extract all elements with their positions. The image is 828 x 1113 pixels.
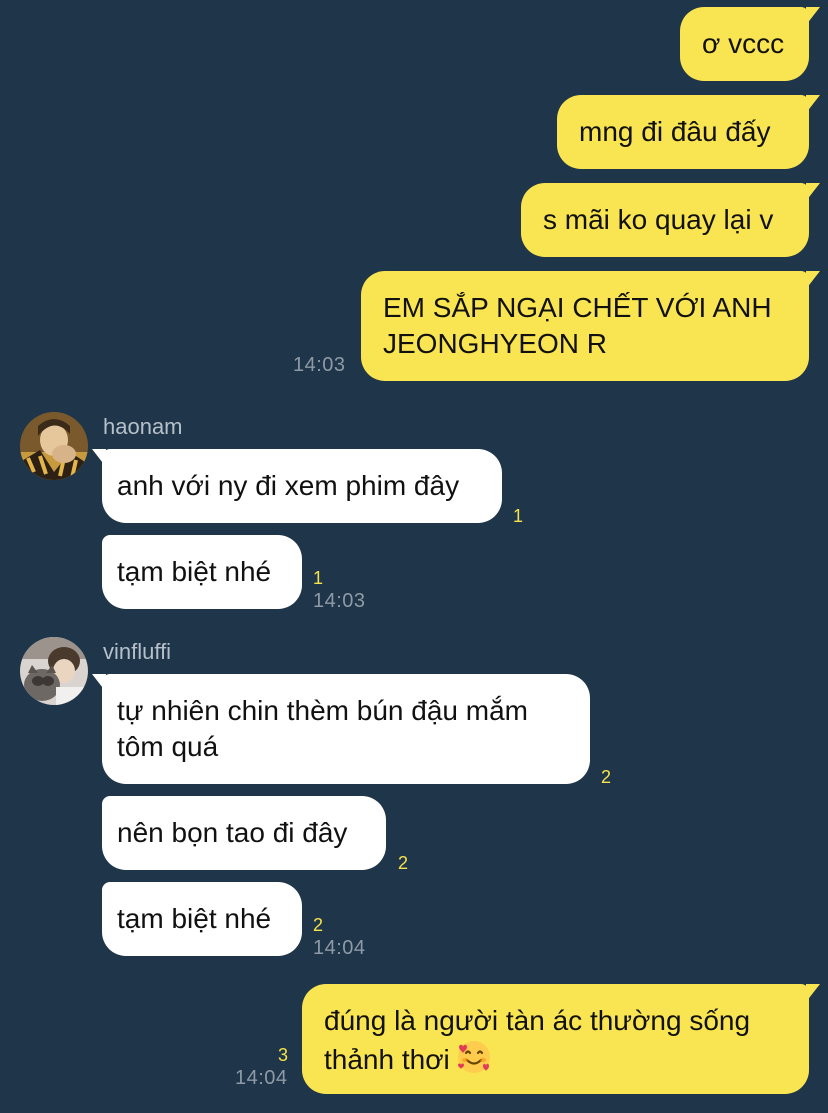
message-text-line: tự nhiên chin thèm bún đậu mắm: [117, 695, 528, 726]
unread-count: 2: [398, 853, 409, 873]
outgoing-message[interactable]: mng đi đâu đấy: [557, 95, 820, 169]
message-text: nên bọn tao đi đây: [117, 817, 348, 848]
outgoing-message[interactable]: EM SẮP NGẠI CHẾT VỚI ANH JEONGHYEON R: [361, 271, 820, 381]
avatar-image: [20, 412, 88, 480]
unread-count: 1: [513, 506, 524, 526]
message-timestamp: 14:04: [235, 1067, 288, 1089]
outgoing-message[interactable]: s mãi ko quay lại v: [521, 183, 820, 257]
message-timestamp: 14:03: [313, 590, 366, 612]
message-text-line: JEONGHYEON R: [383, 328, 608, 359]
message-text: mng đi đâu đấy: [579, 116, 771, 147]
message-text-line: EM SẮP NGẠI CHẾT VỚI ANH: [383, 292, 772, 323]
incoming-message[interactable]: nên bọn tao đi đây: [102, 796, 386, 870]
message-text: tạm biệt nhé: [117, 903, 272, 934]
message-text: anh với ny đi xem phim đây: [117, 470, 460, 501]
message-timestamp: 14:03: [293, 354, 346, 376]
message-text-line: tôm quá: [117, 731, 219, 762]
avatar-vinfluffi[interactable]: [20, 637, 88, 705]
message-text-line: đúng là người tàn ác thường sống: [324, 1005, 751, 1036]
avatar-image: [20, 637, 88, 705]
sender-name: haonam: [103, 414, 183, 439]
outgoing-message[interactable]: đúng là người tàn ác thường sống thảnh t…: [302, 984, 820, 1094]
outgoing-message[interactable]: ơ vccc: [680, 7, 820, 81]
message-text: ơ vccc: [702, 28, 785, 59]
message-text: tạm biệt nhé: [117, 556, 272, 587]
avatar-haonam[interactable]: [20, 412, 88, 480]
message-text: thảnh thơi: [324, 1043, 450, 1075]
chat-thread[interactable]: ơ vccc mng đi đâu đấy s mãi ko quay lại …: [0, 0, 828, 1113]
message-text: s mãi ko quay lại v: [543, 204, 774, 235]
message-timestamp: 14:04: [313, 937, 366, 959]
unread-count: 3: [278, 1045, 289, 1065]
incoming-message[interactable]: tạm biệt nhé: [102, 882, 302, 956]
incoming-message[interactable]: tự nhiên chin thèm bún đậu mắm tôm quá: [92, 674, 590, 784]
unread-count: 2: [313, 915, 324, 935]
sender-name: vinfluffi: [103, 639, 172, 664]
incoming-message[interactable]: tạm biệt nhé: [102, 535, 302, 609]
unread-count: 2: [601, 767, 612, 787]
smiling-face-with-hearts-icon: [456, 1039, 492, 1084]
unread-count: 1: [313, 568, 324, 588]
incoming-message[interactable]: anh với ny đi xem phim đây: [92, 449, 502, 523]
message-text-line: thảnh thơi: [324, 1039, 750, 1084]
